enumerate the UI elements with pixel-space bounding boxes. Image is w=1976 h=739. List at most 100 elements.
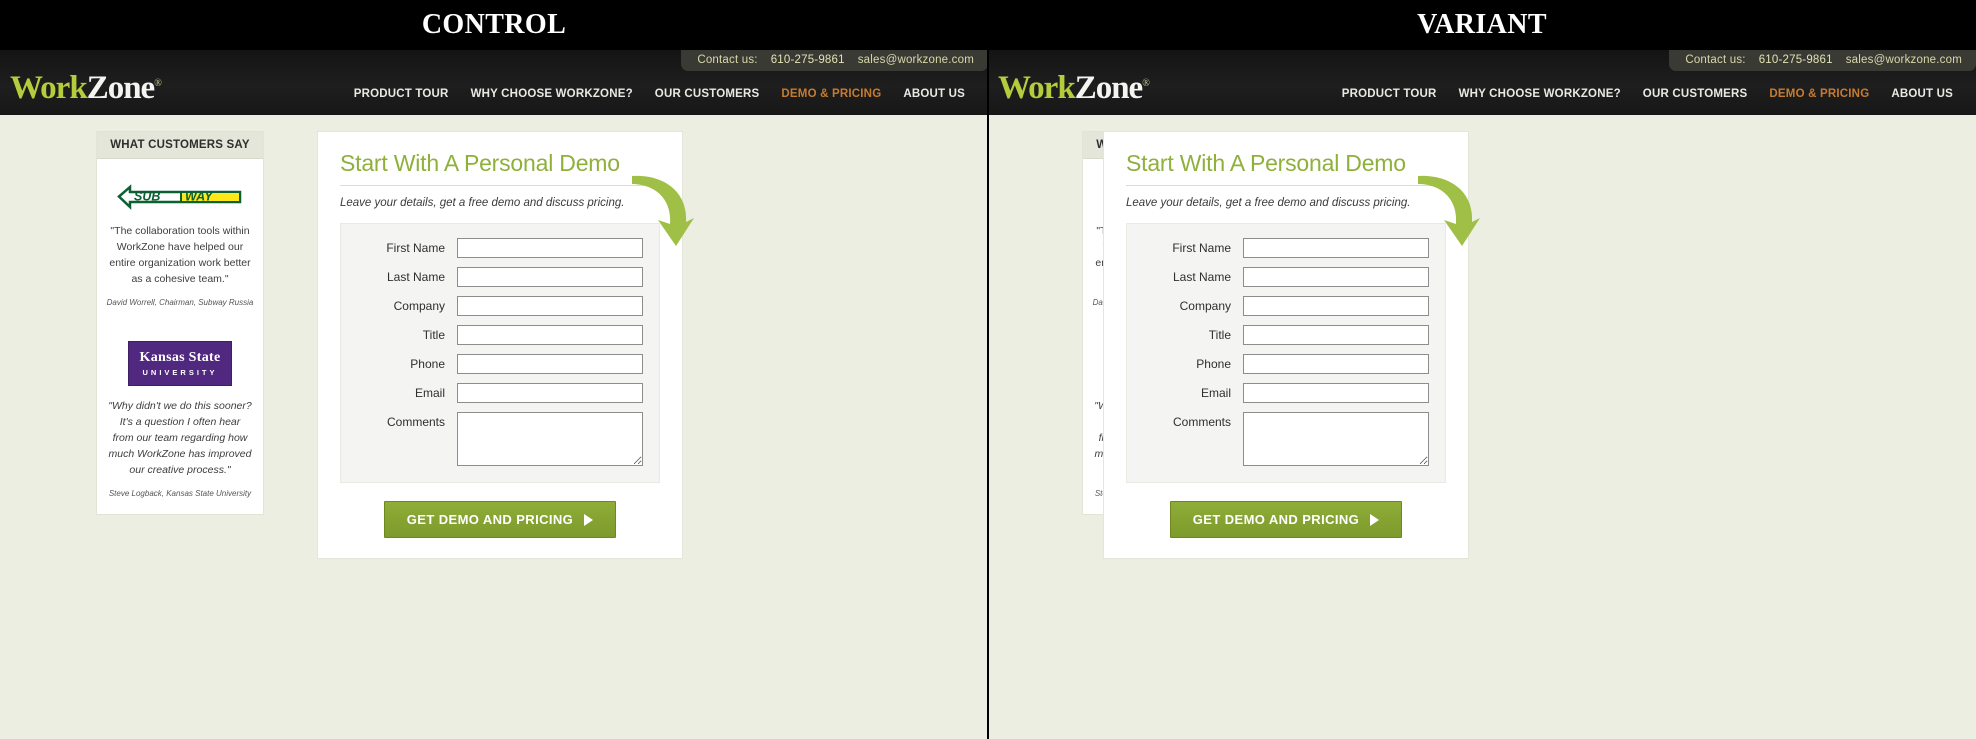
play-triangle-icon <box>584 513 594 526</box>
page-content: WHAT CUSTOMERS SAY SUB WAY "The collabor… <box>0 115 988 739</box>
field-row-company: Company <box>1143 296 1429 317</box>
nav-item-why-choose[interactable]: WHY CHOOSE WORKZONE? <box>460 88 644 100</box>
nav-item-our-customers[interactable]: OUR CUSTOMERS <box>644 88 771 100</box>
svg-text:SUB: SUB <box>134 190 160 204</box>
last-name-input[interactable] <box>1243 267 1429 288</box>
demo-form-card: Start With A Personal Demo Leave your de… <box>1103 131 1480 560</box>
panel-divider <box>987 0 989 739</box>
contact-label: Contact us: <box>1685 54 1746 66</box>
testimonials-header: WHAT CUSTOMERS SAY <box>97 132 263 159</box>
variant-caption: VARIANT <box>988 0 1976 50</box>
nav-item-product-tour[interactable]: PRODUCT TOUR <box>343 88 460 100</box>
site-header: Contact us: 610-275-9861 sales@workzone.… <box>0 50 988 115</box>
field-row-title: Title <box>357 325 643 346</box>
label-company: Company <box>1179 299 1231 314</box>
last-name-input[interactable] <box>457 267 643 288</box>
email-input[interactable] <box>1243 383 1429 404</box>
field-row-last-name: Last Name <box>357 267 643 288</box>
phone-input[interactable] <box>1243 354 1429 375</box>
testimonial-quote-1: "The collaboration tools within WorkZone… <box>109 225 251 285</box>
page-content: WHAT CUSTOMERS SAY SUB WAY "The collabor… <box>988 115 1976 739</box>
control-site-mock: Contact us: 610-275-9861 sales@workzone.… <box>0 50 988 739</box>
get-demo-and-pricing-button[interactable]: GET DEMO AND PRICING <box>1169 501 1403 539</box>
field-row-title: Title <box>1143 325 1429 346</box>
testimonial-quote-2: "Why didn't we do this sooner? It's a qu… <box>108 400 252 476</box>
nav-item-about-us[interactable]: ABOUT US <box>892 88 976 100</box>
title-input[interactable] <box>1243 325 1429 346</box>
nav-item-why-choose[interactable]: WHY CHOOSE WORKZONE? <box>1448 88 1632 100</box>
form-subtitle: Leave your details, get a free demo and … <box>1126 197 1411 210</box>
title-divider <box>1126 185 1446 187</box>
title-divider <box>340 185 660 187</box>
form-fields: First Name Last Name Company Title Phone… <box>340 223 660 484</box>
main-navigation: PRODUCT TOUR WHY CHOOSE WORKZONE? OUR CU… <box>0 88 988 100</box>
field-row-company: Company <box>357 296 643 317</box>
first-name-input[interactable] <box>1243 238 1429 259</box>
testimonial-attribution-1: David Worrell, Chairman, Subway Russia <box>106 298 254 307</box>
control-panel: CONTROL Contact us: 610-275-9861 sales@w… <box>0 0 988 739</box>
label-title: Title <box>1208 328 1231 343</box>
label-phone: Phone <box>410 357 445 372</box>
label-title: Title <box>422 328 445 343</box>
submit-row: GET DEMO AND PRICING <box>1126 501 1446 539</box>
label-last-name: Last Name <box>1172 270 1231 285</box>
field-row-last-name: Last Name <box>1143 267 1429 288</box>
phone-input[interactable] <box>457 354 643 375</box>
field-row-comments: Comments <box>357 412 643 467</box>
label-company: Company <box>393 299 445 314</box>
first-name-input[interactable] <box>457 238 643 259</box>
variant-site-mock: Contact us: 610-275-9861 sales@workzone.… <box>988 50 1976 739</box>
contact-phone[interactable]: 610-275-9861 <box>771 54 845 66</box>
control-caption: CONTROL <box>0 0 988 50</box>
label-email: Email <box>1200 386 1231 401</box>
form-title: Start With A Personal Demo <box>1126 150 1406 176</box>
main-navigation: PRODUCT TOUR WHY CHOOSE WORKZONE? OUR CU… <box>988 88 1976 100</box>
comments-textarea[interactable] <box>457 412 643 467</box>
nav-item-demo-pricing[interactable]: DEMO & PRICING <box>1758 88 1880 100</box>
nav-item-about-us[interactable]: ABOUT US <box>1880 88 1964 100</box>
field-row-first-name: First Name <box>357 238 643 259</box>
ab-test-comparison: CONTROL Contact us: 610-275-9861 sales@w… <box>0 0 1976 739</box>
label-comments: Comments <box>386 415 445 430</box>
contact-label: Contact us: <box>697 54 758 66</box>
nav-item-product-tour[interactable]: PRODUCT TOUR <box>1331 88 1448 100</box>
contact-phone[interactable]: 610-275-9861 <box>1759 54 1833 66</box>
ksu-logo-line-2: UNIVERSITY <box>142 367 218 377</box>
nav-item-our-customers[interactable]: OUR CUSTOMERS <box>1632 88 1759 100</box>
ksu-logo-line-1: Kansas State <box>139 349 221 365</box>
label-phone: Phone <box>1196 357 1231 372</box>
email-input[interactable] <box>457 383 643 404</box>
form-title: Start With A Personal Demo <box>340 150 620 176</box>
nav-item-demo-pricing[interactable]: DEMO & PRICING <box>770 88 892 100</box>
field-row-email: Email <box>357 383 643 404</box>
submit-button-label: GET DEMO AND PRICING <box>1192 512 1360 528</box>
label-email: Email <box>414 386 445 401</box>
svg-text:WAY: WAY <box>185 190 214 204</box>
comments-textarea[interactable] <box>1243 412 1429 467</box>
subway-logo: SUB WAY <box>116 184 241 210</box>
field-row-comments: Comments <box>1143 412 1429 467</box>
title-input[interactable] <box>457 325 643 346</box>
variant-panel: VARIANT Contact us: 610-275-9861 sales@w… <box>988 0 1976 739</box>
label-comments: Comments <box>1172 415 1231 430</box>
company-input[interactable] <box>1243 296 1429 317</box>
company-input[interactable] <box>457 296 643 317</box>
contact-bar: Contact us: 610-275-9861 sales@workzone.… <box>1669 50 1976 71</box>
contact-email[interactable]: sales@workzone.com <box>1846 54 1962 66</box>
contact-bar: Contact us: 610-275-9861 sales@workzone.… <box>681 50 988 71</box>
submit-row: GET DEMO AND PRICING <box>340 501 660 539</box>
field-row-phone: Phone <box>1143 354 1429 375</box>
contact-email[interactable]: sales@workzone.com <box>858 54 974 66</box>
label-first-name: First Name <box>1172 241 1231 256</box>
site-header: Contact us: 610-275-9861 sales@workzone.… <box>988 50 1976 115</box>
testimonials-sidebar: WHAT CUSTOMERS SAY SUB WAY "The collabor… <box>96 131 264 515</box>
label-last-name: Last Name <box>386 270 445 285</box>
demo-form-card: Start With A Personal Demo Leave your de… <box>317 131 694 560</box>
form-fields: First Name Last Name Company Title Phone… <box>1126 223 1446 484</box>
form-subtitle: Leave your details, get a free demo and … <box>340 197 625 210</box>
play-triangle-icon <box>1370 513 1380 526</box>
get-demo-and-pricing-button[interactable]: GET DEMO AND PRICING <box>383 501 617 539</box>
field-row-email: Email <box>1143 383 1429 404</box>
field-row-first-name: First Name <box>1143 238 1429 259</box>
label-first-name: First Name <box>386 241 445 256</box>
